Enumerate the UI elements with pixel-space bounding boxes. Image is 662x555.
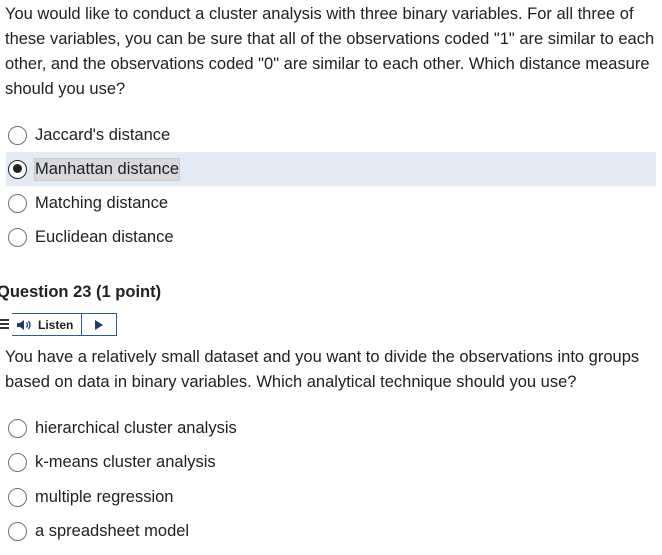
radio-button[interactable] xyxy=(8,227,27,247)
radio-button[interactable] xyxy=(8,193,27,213)
option-multiple-regression[interactable]: multiple regression xyxy=(6,480,656,514)
question-23-heading: Question 23 (1 point) xyxy=(0,283,161,302)
option-label: k-means cluster analysis xyxy=(35,452,216,471)
question-23-text: You have a relatively small dataset and … xyxy=(5,348,640,391)
speaker-icon xyxy=(17,319,31,330)
option-label: hierarchical cluster analysis xyxy=(35,418,237,437)
option-hierarchical-cluster-analysis[interactable]: hierarchical cluster analysis xyxy=(6,411,656,445)
play-button[interactable] xyxy=(82,314,116,335)
radio-button[interactable] xyxy=(8,521,27,541)
listen-label: Listen xyxy=(38,317,74,332)
option-label: multiple regression xyxy=(35,487,174,506)
option-label: Jaccard's distance xyxy=(35,125,171,144)
radio-button[interactable] xyxy=(8,487,27,507)
question-22-text: You would like to conduct a cluster anal… xyxy=(5,5,655,98)
option-jaccards-distance[interactable]: Jaccard's distance xyxy=(6,118,656,152)
radio-button[interactable] xyxy=(8,418,27,438)
option-spreadsheet-model[interactable]: a spreadsheet model xyxy=(6,514,656,548)
listen-control: Listen xyxy=(12,313,118,336)
play-icon xyxy=(95,319,104,330)
radio-button[interactable] xyxy=(8,125,27,145)
option-label: a spreadsheet model xyxy=(35,521,190,540)
radio-button-selected[interactable] xyxy=(8,159,27,179)
option-manhattan-distance[interactable]: Manhattan distance xyxy=(6,152,656,186)
question-points: (1 point) xyxy=(96,283,162,301)
option-matching-distance[interactable]: Matching distance xyxy=(6,186,656,220)
option-label: Matching distance xyxy=(35,193,168,212)
radio-button[interactable] xyxy=(8,452,27,472)
option-label: Euclidean distance xyxy=(35,227,174,246)
option-euclidean-distance[interactable]: Euclidean distance xyxy=(6,220,656,254)
option-k-means-cluster-analysis[interactable]: k-means cluster analysis xyxy=(6,445,656,479)
question-number: Question 23 xyxy=(0,283,92,301)
readspeaker-toolbar: Listen xyxy=(0,313,118,336)
listen-button[interactable]: Listen xyxy=(12,314,83,335)
menu-icon[interactable] xyxy=(0,313,12,336)
option-label: Manhattan distance xyxy=(33,157,181,181)
